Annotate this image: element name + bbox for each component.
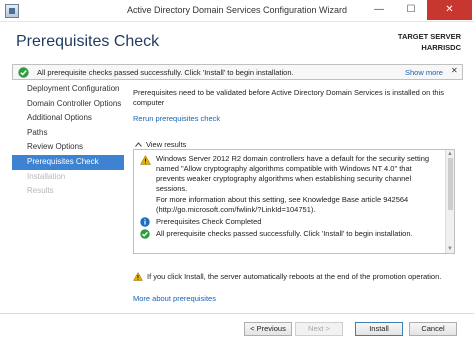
dismiss-status-icon[interactable]: ✕ — [451, 66, 458, 75]
previous-button[interactable]: < Previous — [244, 322, 292, 336]
view-results-toggle[interactable]: View results — [135, 140, 186, 149]
maximize-button[interactable]: ☐ — [395, 0, 427, 20]
nav-item-review-options[interactable]: Review Options — [12, 140, 124, 155]
footer-divider — [0, 313, 474, 314]
install-button[interactable]: Install — [355, 322, 403, 336]
wizard-navigation: Deployment Configuration Domain Controll… — [12, 82, 124, 199]
target-server-name: HARRISDC — [421, 43, 461, 52]
view-results-label: View results — [146, 140, 187, 149]
nav-item-installation: Installation — [27, 171, 66, 181]
status-message: All prerequisite checks passed successfu… — [37, 68, 294, 77]
next-button[interactable]: Next > — [295, 322, 343, 336]
result-kb-info-text: For more information about this setting,… — [156, 195, 409, 214]
nav-item-deployment-configuration[interactable]: Deployment Configuration — [12, 82, 124, 97]
close-button[interactable]: ✕ — [427, 0, 472, 20]
target-server-block: TARGET SERVER HARRISDC — [398, 31, 461, 53]
chevron-up-icon — [135, 140, 142, 149]
intro-text: Prerequisites need to be validated befor… — [133, 88, 444, 107]
info-icon — [140, 217, 150, 229]
results-panel[interactable]: Windows Server 2012 R2 domain controller… — [133, 149, 455, 254]
minimize-button[interactable]: — — [363, 0, 395, 20]
result-completed-text: Prerequisites Check Completed — [156, 217, 262, 226]
nav-item-results: Results — [27, 186, 54, 196]
target-server-label: TARGET SERVER — [397, 32, 461, 41]
more-about-prerequisites-link[interactable]: More about prerequisites — [133, 294, 216, 303]
scroll-thumb[interactable] — [448, 158, 453, 210]
result-passed-text: All prerequisite checks passed successfu… — [156, 229, 413, 238]
success-check-icon — [18, 67, 29, 80]
scroll-up-icon[interactable]: ▲ — [447, 151, 453, 157]
nav-item-prerequisites-check[interactable]: Prerequisites Check — [12, 154, 124, 170]
results-scrollbar[interactable]: ▲ ▼ — [445, 150, 454, 253]
success-check-icon — [140, 229, 150, 241]
scroll-down-icon[interactable]: ▼ — [447, 246, 453, 252]
warning-icon — [133, 271, 143, 283]
reboot-warning-text: If you click Install, the server automat… — [147, 272, 442, 281]
nav-item-paths[interactable]: Paths — [12, 126, 124, 141]
title-bar: Active Directory Domain Services Configu… — [0, 0, 474, 22]
result-warning-text: Windows Server 2012 R2 domain controller… — [156, 154, 430, 193]
nav-item-additional-options[interactable]: Additional Options — [12, 111, 124, 126]
page-title: Prerequisites Check — [16, 33, 160, 50]
rerun-prerequisites-link[interactable]: Rerun prerequisites check — [133, 114, 220, 123]
cancel-button[interactable]: Cancel — [409, 322, 457, 336]
status-notification-bar: All prerequisite checks passed successfu… — [12, 64, 463, 80]
show-more-link[interactable]: Show more — [405, 68, 443, 77]
prerequisites-content: Prerequisites need to be validated befor… — [133, 88, 455, 123]
nav-item-domain-controller-options[interactable]: Domain Controller Options — [12, 97, 124, 112]
warning-icon — [140, 154, 151, 167]
